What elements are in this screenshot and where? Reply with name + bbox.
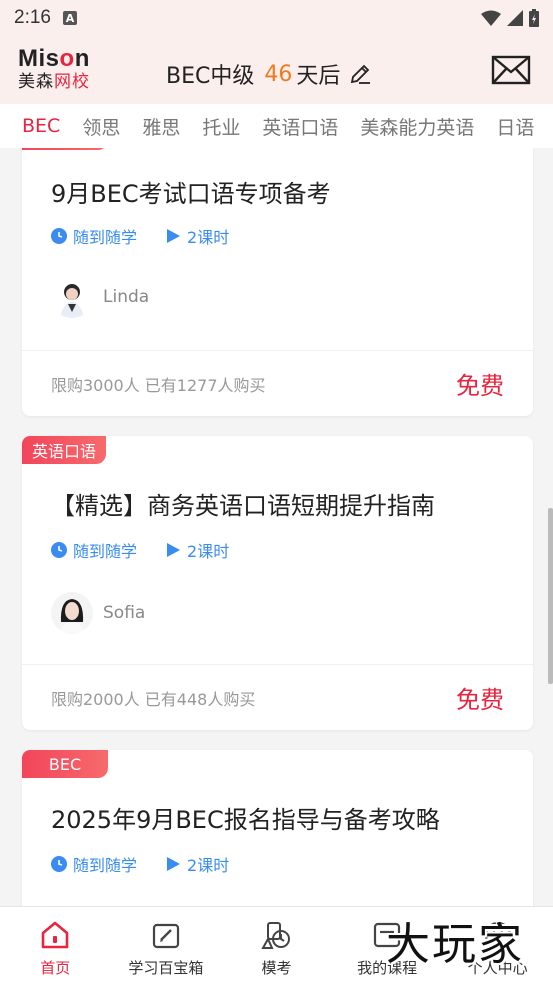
tab-linguaskill[interactable]: 领思 — [82, 113, 120, 140]
status-time: 2:16 — [14, 7, 51, 28]
teacher-info: Sofia — [51, 592, 145, 634]
status-bar: 2:16 A — [0, 0, 553, 36]
clock-icon — [51, 542, 67, 558]
notification-a-icon: A — [62, 11, 77, 25]
envelope-icon[interactable] — [491, 54, 531, 86]
teacher-info: Linda — [51, 276, 149, 318]
tab-bec[interactable]: BEC — [22, 115, 60, 137]
course-meta: 随到随学 2课时 — [51, 224, 257, 248]
teacher-name: Sofia — [103, 603, 146, 623]
lesson-count: 2课时 — [165, 852, 229, 876]
play-icon — [167, 857, 181, 871]
course-meta: 随到随学 2课时 — [51, 538, 257, 562]
clock-icon — [51, 228, 67, 244]
wifi-icon — [481, 10, 501, 26]
nav-toolbox[interactable]: 学习百宝箱 — [111, 907, 222, 984]
logo-subtitle: 美森网校 — [18, 72, 90, 92]
nav-label: 学习百宝箱 — [128, 959, 204, 977]
course-meta: 随到随学 2课时 — [51, 852, 257, 876]
tab-mison-english[interactable]: 美森能力英语 — [360, 113, 474, 140]
toolbox-icon — [152, 923, 179, 949]
watermark: 大玩家 — [386, 919, 524, 970]
card-footer: 限购2000人 已有448人购买 免费 — [22, 664, 533, 730]
course-card[interactable]: 9月BEC考试口语专项备考 随到随学 2课时 Linda 限购3000人 已有1… — [22, 148, 533, 416]
course-card[interactable]: 英语口语 【精选】商务英语口语短期提升指南 随到随学 2课时 Sofia 限购2… — [22, 436, 533, 730]
home-icon — [41, 921, 69, 949]
card-footer: 限购3000人 已有1277人购买 免费 — [22, 350, 533, 416]
clock-icon — [51, 856, 67, 872]
category-tabs: BEC 领思 雅思 托业 英语口语 美森能力英语 日语 — [0, 104, 553, 148]
nav-label: 模考 — [261, 959, 292, 977]
battery-icon — [529, 9, 539, 27]
exam-countdown[interactable]: BEC中级 46 天后 — [166, 58, 372, 90]
days-suffix: 天后 — [296, 64, 341, 89]
app-header: Mison 美森网校 BEC中级 46 天后 — [0, 36, 553, 104]
course-title: 【精选】商务英语口语短期提升指南 — [51, 492, 435, 520]
tab-ielts[interactable]: 雅思 — [142, 113, 180, 140]
schedule-mode: 随到随学 — [51, 224, 137, 248]
schedule-mode: 随到随学 — [51, 852, 137, 876]
purchase-info: 限购2000人 已有448人购买 — [51, 689, 256, 709]
pencil-icon[interactable] — [348, 62, 372, 86]
tab-japanese[interactable]: 日语 — [496, 113, 534, 140]
lesson-count: 2课时 — [165, 538, 229, 562]
course-title: 9月BEC考试口语专项备考 — [51, 180, 331, 208]
play-icon — [167, 229, 181, 243]
teacher-name: Linda — [103, 287, 150, 307]
avatar — [51, 276, 93, 318]
tab-toeic[interactable]: 托业 — [202, 113, 240, 140]
course-badge: 英语口语 — [22, 436, 107, 464]
course-price: 免费 — [456, 372, 504, 400]
purchase-info: 限购3000人 已有1277人购买 — [51, 375, 266, 395]
nav-label: 首页 — [40, 959, 71, 977]
nav-mock-exam[interactable]: 模考 — [221, 907, 332, 984]
signal-icon — [507, 10, 523, 26]
status-icons — [481, 9, 539, 27]
nav-home[interactable]: 首页 — [0, 907, 111, 984]
lesson-count: 2课时 — [165, 224, 229, 248]
mison-logo[interactable]: Mison 美森网校 — [18, 46, 106, 94]
play-icon — [167, 543, 181, 557]
app-root: 2:16 A Mison 美森网校 BEC中级 46 天后 BEC 领思 雅思 … — [0, 0, 553, 984]
course-list: 9月BEC考试口语专项备考 随到随学 2课时 Linda 限购3000人 已有1… — [0, 148, 553, 906]
logo-wordmark: Mison — [18, 45, 90, 72]
avatar — [51, 592, 93, 634]
course-price: 免费 — [456, 686, 504, 714]
exam-name: BEC中级 — [166, 64, 255, 89]
course-card[interactable]: BEC 2025年9月BEC报名指导与备考攻略 随到随学 2课时 — [22, 750, 533, 906]
course-badge — [22, 148, 108, 150]
schedule-mode: 随到随学 — [51, 538, 137, 562]
scrollbar[interactable] — [548, 508, 553, 684]
course-badge: BEC — [22, 750, 108, 778]
tab-spoken-english[interactable]: 英语口语 — [262, 113, 338, 140]
days-remaining: 46 — [264, 61, 293, 87]
exam-icon — [261, 922, 291, 949]
course-title: 2025年9月BEC报名指导与备考攻略 — [51, 806, 440, 834]
